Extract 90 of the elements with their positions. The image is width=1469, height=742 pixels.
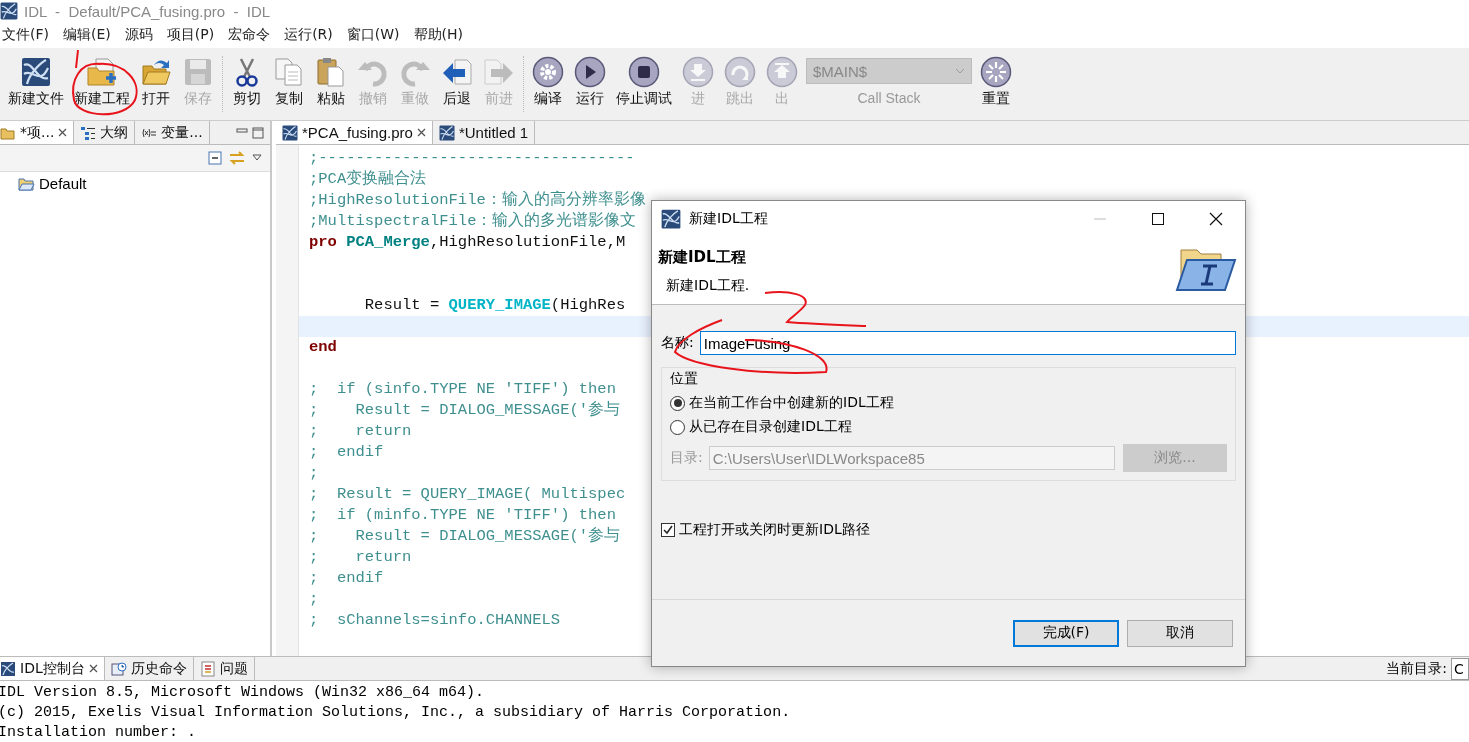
dropdown-icon[interactable] — [252, 154, 262, 162]
maximize-icon[interactable] — [1152, 212, 1164, 225]
dialog-title: 新建IDL工程 — [689, 209, 768, 228]
menu-item[interactable]: 项目(P) — [166, 26, 215, 44]
menu-item[interactable]: 窗口(W) — [346, 26, 400, 44]
menu-item[interactable]: 编辑(E) — [63, 26, 111, 44]
stepover-icon — [724, 56, 756, 88]
checkbox-label[interactable]: 工程打开或关闭时更新IDL路径 — [679, 521, 870, 539]
code-line: ; return — [308, 547, 412, 568]
code-line: ;---------------------------------- — [308, 148, 635, 169]
console-line: (c) 2015, Exelis Visual Information Solutions, Inc., a subsidiary of Harris Corporation. — [0, 703, 792, 723]
newproject-icon — [86, 56, 118, 88]
directory-label: 目录: — [670, 449, 703, 467]
copy-icon — [273, 56, 305, 88]
folder-icon — [18, 176, 35, 191]
close-icon[interactable] — [88, 664, 98, 673]
console-tab[interactable]: IDL控制台 — [0, 657, 105, 680]
toolbar-button[interactable]: 打开 — [138, 56, 174, 108]
dialog-icon — [661, 208, 681, 229]
code-line: Result = QUERY_IMAGE(HighRes — [363, 295, 626, 316]
toolbar-button[interactable]: 粘贴 — [313, 56, 349, 108]
code-line: ; endif — [308, 568, 384, 589]
toolbar-button[interactable]: 复制 — [271, 56, 307, 108]
editor-tab[interactable]: *PCA_fusing.pro — [276, 121, 433, 144]
code-line: ; return — [308, 421, 412, 442]
console-line: IDL Version 8.5, Microsoft Windows (Win32 x86_64 m64). — [0, 683, 486, 703]
panel-tab[interactable]: *项... — [0, 121, 75, 144]
stepinto-icon — [682, 56, 714, 88]
group-legend: 位置 — [670, 370, 1227, 388]
code-line: end — [308, 337, 337, 358]
toolbar-button[interactable]: 运行 — [572, 56, 608, 108]
back-icon — [441, 56, 473, 88]
close-icon[interactable] — [58, 128, 68, 137]
console-line: Installation number: . — [0, 723, 198, 742]
outline-icon — [80, 124, 97, 141]
file-icon — [282, 124, 298, 141]
menu-item[interactable]: 运行(R) — [284, 26, 333, 44]
current-directory-label: 当前目录: — [1386, 659, 1448, 678]
code-line: ; sChannels=sinfo.CHANNELS — [308, 610, 561, 631]
reset-icon — [980, 56, 1012, 88]
dialog-heading: 新建IDL工程 — [658, 248, 747, 267]
toolbar-button[interactable]: 剪切 — [229, 56, 265, 108]
code-line: ;HighResolutionFile：输入的高分辨率影像 — [308, 190, 646, 211]
checkbox[interactable] — [661, 523, 675, 537]
collapse-all-icon[interactable] — [208, 151, 222, 165]
dialog-description: 新建IDL工程. — [665, 277, 750, 295]
toolbar-button[interactable]: 编译 — [530, 56, 566, 108]
stepout-icon — [766, 56, 798, 88]
history-icon — [110, 660, 127, 677]
toolbar-button[interactable]: 后退 — [439, 56, 475, 108]
toolbar-button[interactable]: 停止调试 — [614, 56, 674, 108]
paste-icon — [315, 56, 347, 88]
dialog-button[interactable]: 完成(F) — [1013, 619, 1119, 647]
close-icon[interactable] — [416, 128, 426, 137]
menu-item[interactable]: 帮助(H) — [413, 26, 464, 44]
code-line: ; if (minfo.TYPE NE 'TIFF') then — [308, 505, 616, 526]
code-line: ;PCA变换融合法 — [308, 169, 427, 190]
problems-icon — [199, 660, 216, 677]
forward-icon — [483, 56, 515, 88]
code-line: ; — [308, 589, 319, 610]
menu-item[interactable]: 文件(F) — [2, 26, 49, 44]
play-icon — [574, 56, 606, 88]
toolbar-button[interactable]: 重置 — [978, 56, 1014, 108]
save-icon — [182, 56, 214, 88]
dialog-button[interactable]: 取消 — [1127, 619, 1233, 647]
toolbar-button[interactable]: 新建工程 — [72, 56, 132, 108]
menu-item[interactable]: 源码 — [124, 26, 153, 44]
directory-field[interactable]: C — [1451, 657, 1469, 680]
file-icon — [438, 124, 455, 141]
tree-item[interactable]: Default — [39, 175, 87, 192]
menu-item[interactable]: 宏命令 — [228, 26, 271, 44]
annotation-stroke — [75, 49, 79, 69]
console-icon — [0, 660, 16, 677]
code-line: ; if (sinfo.TYPE NE 'TIFF') then — [308, 379, 616, 400]
logo-icon — [20, 56, 52, 88]
window-title: IDL - Default/PCA_fusing.pro - IDL — [24, 2, 271, 20]
stop-icon — [628, 56, 660, 88]
code-line: ; endif — [308, 442, 384, 463]
toolbar-button[interactable]: 新建文件 — [6, 56, 66, 108]
code-line: ; — [308, 463, 319, 484]
close-icon[interactable] — [1209, 211, 1223, 226]
code-line: pro PCA_Merge,HighResolutionFile,M — [308, 232, 626, 253]
code-line: ;MultispectralFile：输入的多光谱影像文 — [308, 211, 637, 232]
code-line: ; Result = DIALOG_MESSAGE('参与 — [308, 400, 621, 421]
code-line: ; Result = DIALOG_MESSAGE('参与 — [308, 526, 621, 547]
gear-icon — [532, 56, 564, 88]
name-input[interactable]: ImageFusing — [699, 331, 1236, 355]
code-line: ; Result = QUERY_IMAGE( Multispec — [308, 484, 626, 505]
app-icon — [0, 2, 18, 20]
call-stack-caption: Call Stack — [857, 90, 921, 106]
